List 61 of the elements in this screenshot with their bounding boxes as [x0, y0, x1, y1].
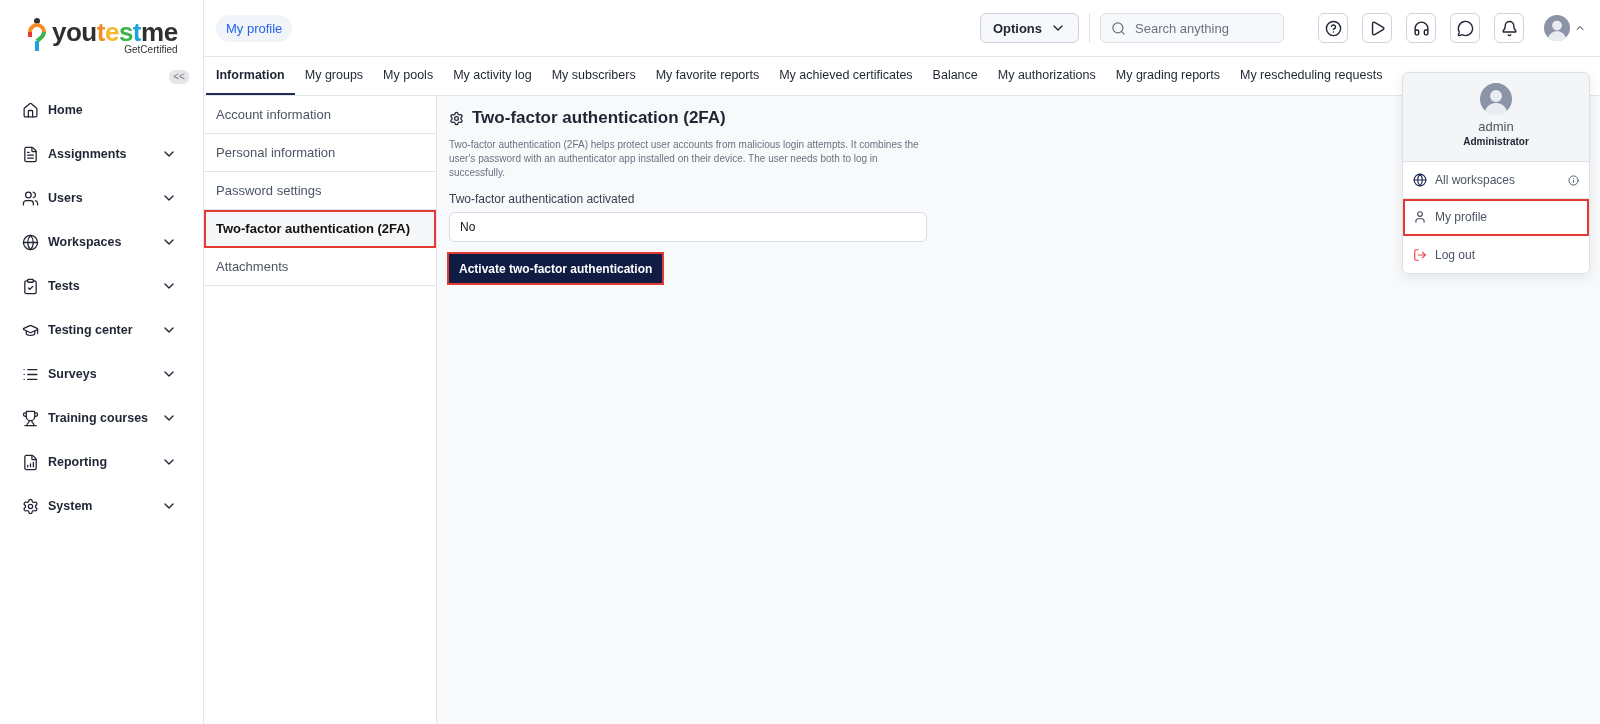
play-button[interactable] [1362, 13, 1392, 43]
headphones-button[interactable] [1406, 13, 1436, 43]
sidebar-item[interactable]: Tests [0, 264, 203, 308]
breadcrumb-link[interactable]: My profile [216, 14, 293, 42]
avatar-icon [1480, 83, 1512, 115]
description-text: Two-factor authentication (2FA) helps protect user accounts from malicious login attempts. It combines the user's password with an authenticator app installed on their device. The user needs both to log in successfully. [449, 138, 920, 180]
chat-icon [1456, 19, 1474, 37]
tab[interactable]: My rescheduling requests [1229, 57, 1393, 95]
logout-icon [1413, 247, 1427, 262]
nav-icon [22, 453, 39, 471]
sidebar-item[interactable]: Surveys [0, 352, 203, 396]
sidebar-item[interactable]: Assignments [0, 132, 203, 176]
sidebar-item[interactable]: Home [0, 88, 203, 132]
tab[interactable]: My authorizations [987, 57, 1106, 95]
menu-item[interactable]: Log out [1403, 236, 1589, 273]
tab[interactable]: My activity log [443, 57, 542, 95]
tab[interactable]: My groups [294, 57, 374, 95]
sidebar-item[interactable]: Users [0, 176, 203, 220]
tab[interactable]: My achieved certificates [769, 57, 923, 95]
sidebar-item[interactable]: Training courses [0, 396, 203, 440]
sidebar-item[interactable]: Workspaces [0, 220, 203, 264]
collapse-button[interactable]: << [169, 70, 189, 84]
chat-button[interactable] [1450, 13, 1480, 43]
section-link[interactable]: Two-factor authentication (2FA) [204, 210, 436, 248]
help-icon [1324, 19, 1342, 37]
logo-text: youtestme [52, 18, 178, 46]
field-label: Two-factor authentication activated [449, 192, 635, 206]
info-icon [1568, 174, 1579, 186]
user-icon [1413, 210, 1427, 224]
tab[interactable]: My favorite reports [645, 57, 770, 95]
sidebar-item[interactable]: System [0, 484, 203, 528]
globe-icon [1413, 173, 1427, 187]
headphones-icon [1412, 19, 1430, 37]
nav-icon [22, 277, 39, 295]
tab[interactable]: My grading reports [1105, 57, 1230, 95]
nav-icon [22, 233, 39, 251]
menu-item[interactable]: My profile [1403, 199, 1589, 236]
tab[interactable]: My subscribers [541, 57, 646, 95]
nav-icon [22, 189, 39, 207]
help-button[interactable] [1318, 13, 1348, 43]
settings-icon [449, 110, 464, 126]
options-button[interactable]: Options [979, 13, 1079, 43]
input-field[interactable]: No [449, 212, 927, 242]
activate-button[interactable]: Activate two-factor authentication [449, 254, 663, 283]
user-name: admin [1478, 119, 1514, 134]
tab[interactable]: Balance [922, 57, 988, 95]
bell-icon [1500, 19, 1518, 37]
nav-icon [22, 409, 39, 427]
nav-icon [22, 145, 39, 163]
sidebar-item[interactable]: Reporting [0, 440, 203, 484]
sidebar-item[interactable]: Testing center [0, 308, 203, 352]
logo-tagline: GetCertified [124, 44, 178, 55]
nav-icon [22, 101, 39, 119]
avatar-icon [1544, 15, 1570, 41]
user-role: Administrator [1463, 136, 1529, 147]
tab[interactable]: My pools [373, 57, 444, 95]
search-field[interactable]: Search anything [1100, 13, 1284, 43]
bell-button[interactable] [1494, 13, 1524, 43]
section-title: Two-factor authentication (2FA) [472, 108, 726, 128]
menu-item[interactable]: All workspaces [1403, 162, 1589, 199]
nav-icon [22, 497, 39, 515]
